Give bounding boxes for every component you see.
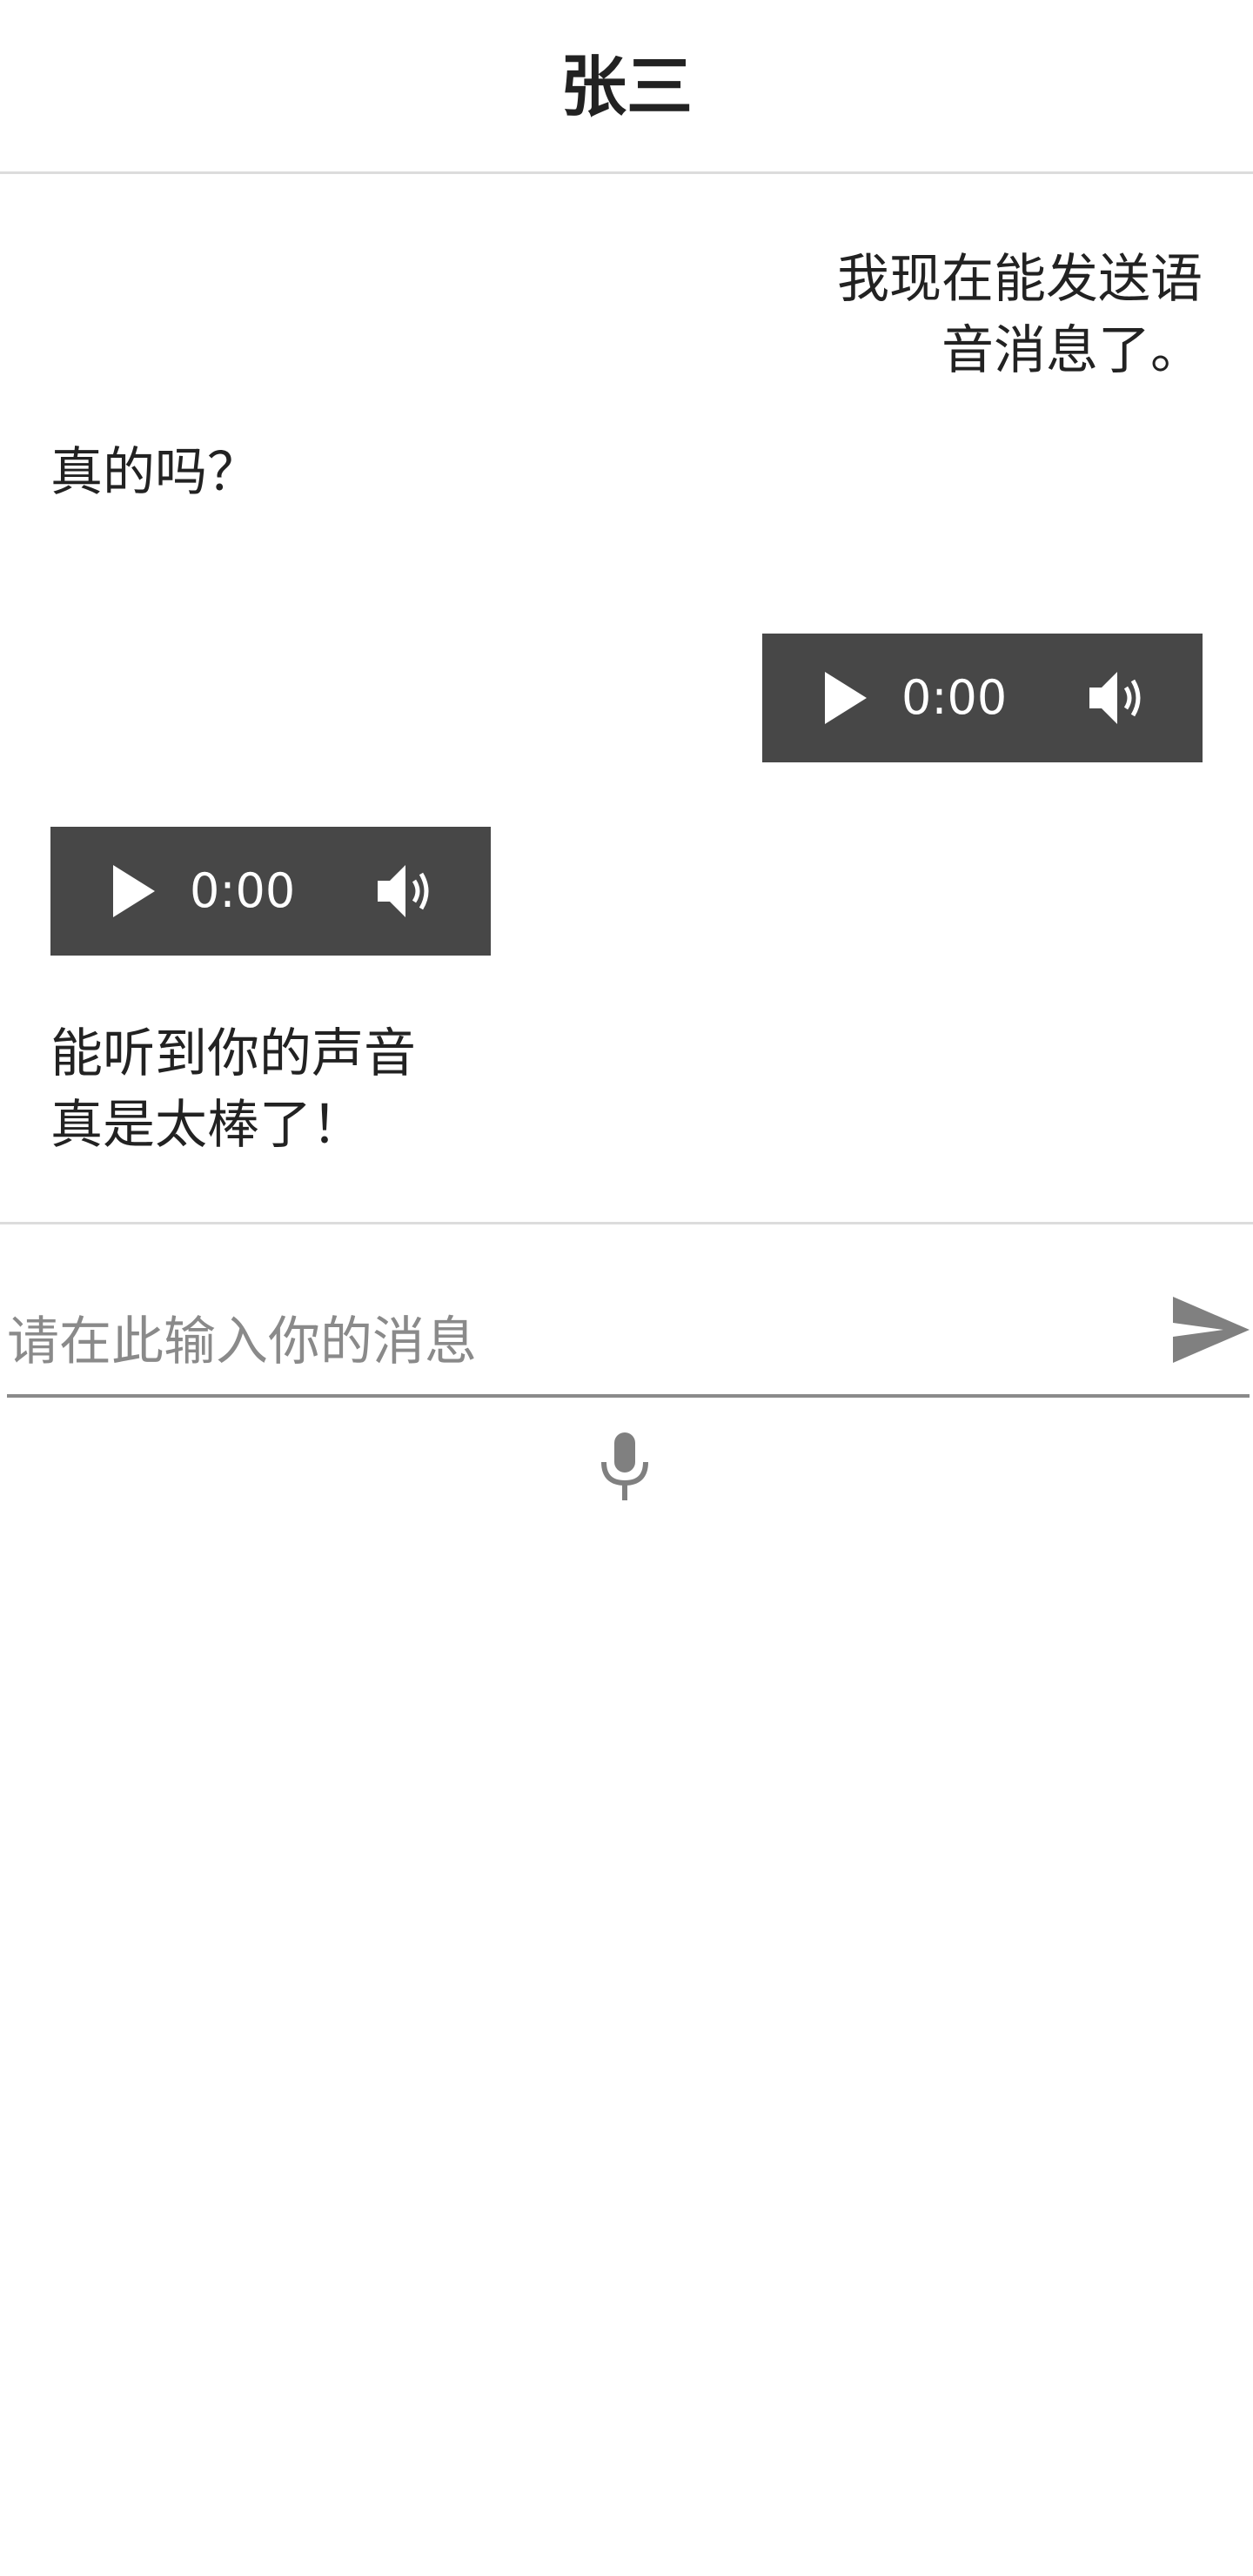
contact-name-title: 张三	[560, 48, 693, 125]
audio-player-outgoing: 0:00	[762, 634, 1203, 762]
audio-player-incoming: 0:00	[50, 827, 491, 956]
microphone-icon[interactable]	[597, 1431, 653, 1502]
audio-time: 0:00	[901, 670, 1008, 725]
message-text-line: 我现在能发送语	[837, 249, 1203, 310]
send-icon[interactable]	[1171, 1293, 1251, 1366]
play-icon[interactable]	[110, 863, 157, 919]
chat-header: 张三	[0, 0, 1253, 174]
audio-time: 0:00	[190, 863, 296, 918]
message-text-line: 能听到你的声音	[50, 1023, 416, 1084]
play-icon[interactable]	[821, 670, 868, 726]
message-bubble-incoming: 真的吗？	[50, 437, 503, 508]
volume-icon[interactable]	[376, 862, 439, 921]
message-input[interactable]	[7, 1288, 1156, 1396]
message-text-line: 真的吗？	[50, 442, 259, 503]
volume-icon[interactable]	[1088, 668, 1150, 728]
message-text-line: 音消息了。	[941, 320, 1203, 381]
message-text-line: 真是太棒了！	[50, 1095, 364, 1156]
composer-divider	[0, 1222, 1253, 1224]
message-composer	[7, 1288, 1250, 1399]
message-bubble-outgoing: 我现在能发送语 音消息了。	[750, 244, 1203, 386]
input-underline	[7, 1394, 1250, 1398]
message-bubble-incoming: 能听到你的声音 真是太棒了！	[50, 1018, 503, 1161]
